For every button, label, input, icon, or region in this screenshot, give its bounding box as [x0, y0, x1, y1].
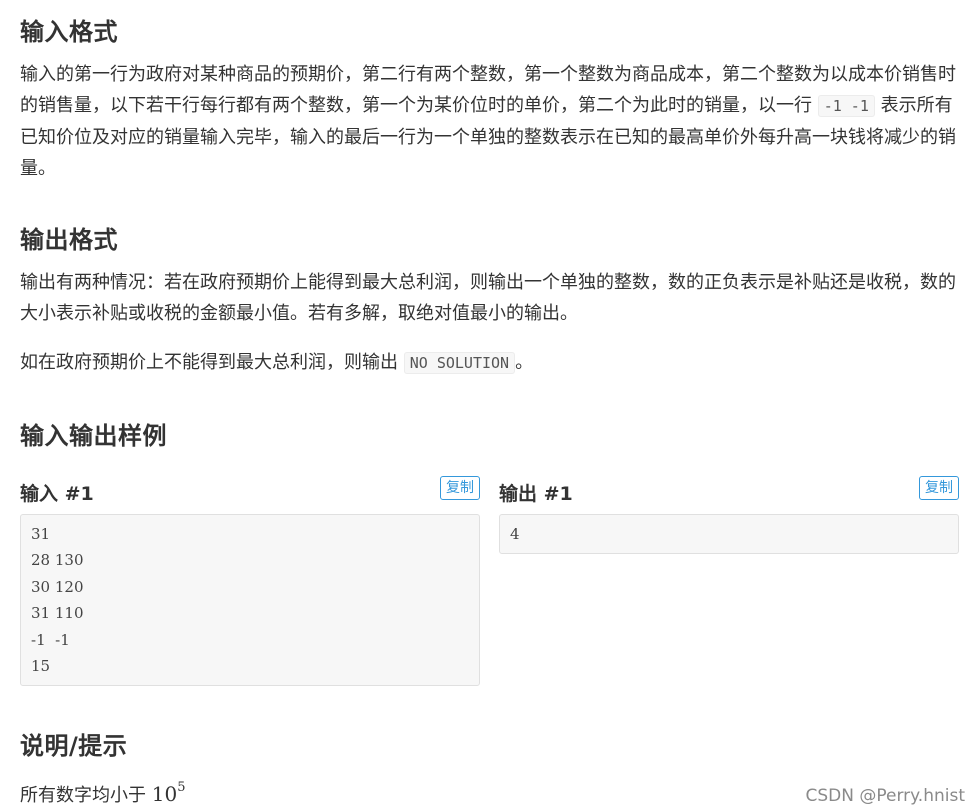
output-format-title: 输出格式 [20, 226, 118, 254]
hint-math: 105 [151, 780, 186, 806]
csdn-watermark: CSDN @Perry.hnist [805, 786, 966, 806]
hint-math-exp: 5 [177, 780, 186, 795]
output-format-text2-a: 如在政府预期价上不能得到最大总利润，则输出 [20, 352, 404, 373]
sample-input-label: 输入 #1 [20, 483, 94, 505]
sample-input-header: 输入 #1 复制 [20, 474, 480, 506]
copy-output-button[interactable]: 复制 [919, 476, 959, 500]
sample-input: 输入 #1 复制 31 28 130 30 120 31 110 -1 -1 1… [20, 474, 480, 687]
hint-math-base: 10 [151, 782, 178, 806]
sample-output: 输出 #1 复制 4 [499, 474, 959, 555]
input-format-text-a: 输入的第一行为政府对某种商品的预期价，第二行有两个整数，第一个整数为商品成本，第… [20, 64, 956, 116]
input-format-title: 输入格式 [20, 18, 118, 46]
sample-output-box[interactable]: 4 [499, 514, 959, 555]
samples-title: 输入输出样例 [20, 422, 167, 450]
output-format-text2: 如在政府预期价上不能得到最大总利润，则输出 NO SOLUTION。 [20, 347, 959, 379]
output-format-text2-b: 。 [515, 352, 534, 373]
copy-input-button[interactable]: 复制 [440, 476, 480, 500]
input-format-text: 输入的第一行为政府对某种商品的预期价，第二行有两个整数，第一个整数为商品成本，第… [20, 59, 959, 184]
sample-input-box[interactable]: 31 28 130 30 120 31 110 -1 -1 15 [20, 514, 480, 687]
hint-text-prefix: 所有数字均小于 [20, 785, 152, 806]
sample-output-label: 输出 #1 [499, 483, 573, 505]
hint-title: 说明/提示 [20, 732, 128, 760]
output-format-text1: 输出有两种情况：若在政府预期价上能得到最大总利润，则输出一个单独的整数，数的正负… [20, 272, 956, 324]
no-solution-code: NO SOLUTION [403, 352, 516, 374]
end-marker-code: -1 -1 [817, 95, 875, 117]
sample-output-header: 输出 #1 复制 [499, 474, 959, 506]
hint-text: 所有数字均小于 105 [20, 772, 185, 811]
